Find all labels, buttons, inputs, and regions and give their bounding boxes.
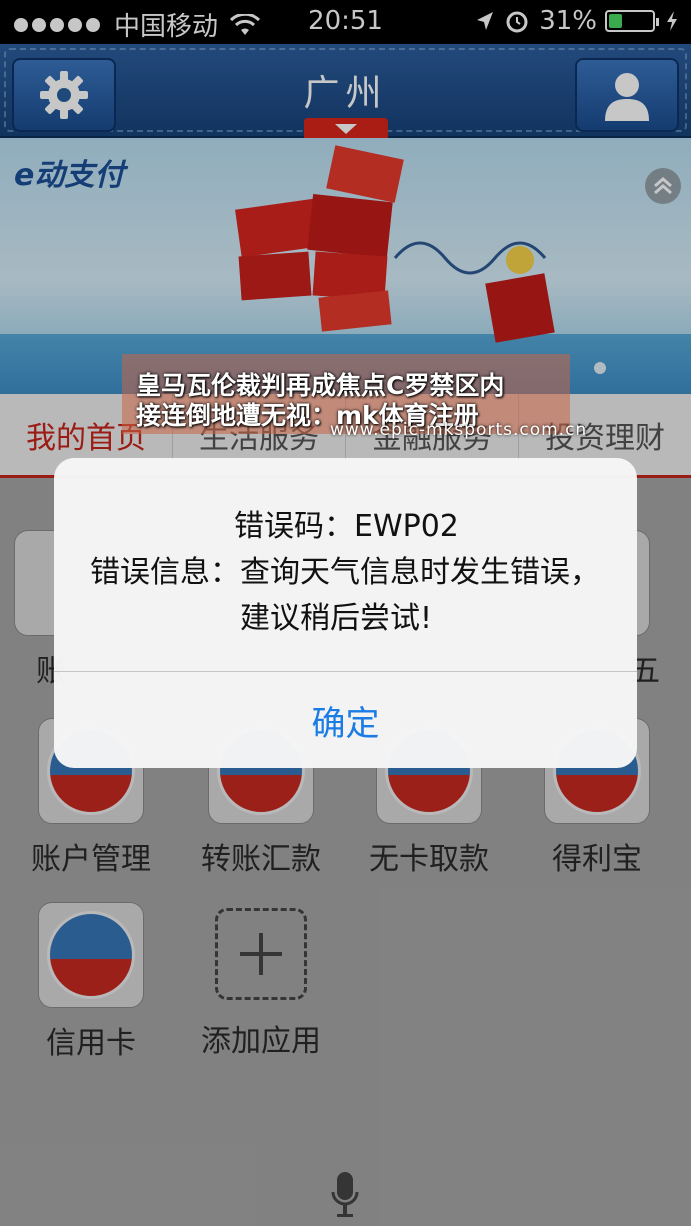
alert-error-suggestion: 建议稍后尝试! [240, 601, 433, 636]
error-alert-dialog: 错误码：EWP02 错误信息：查询天气信息时发生错误， 建议稍后尝试! 确定 [54, 458, 637, 768]
confirm-button[interactable]: 确定 [54, 672, 637, 768]
alert-error-message: 错误信息：查询天气信息时发生错误， [90, 555, 600, 590]
watermark-url: www.epic-mksports.com.cn [330, 420, 588, 440]
alert-error-code: 错误码：EWP02 [234, 509, 459, 544]
